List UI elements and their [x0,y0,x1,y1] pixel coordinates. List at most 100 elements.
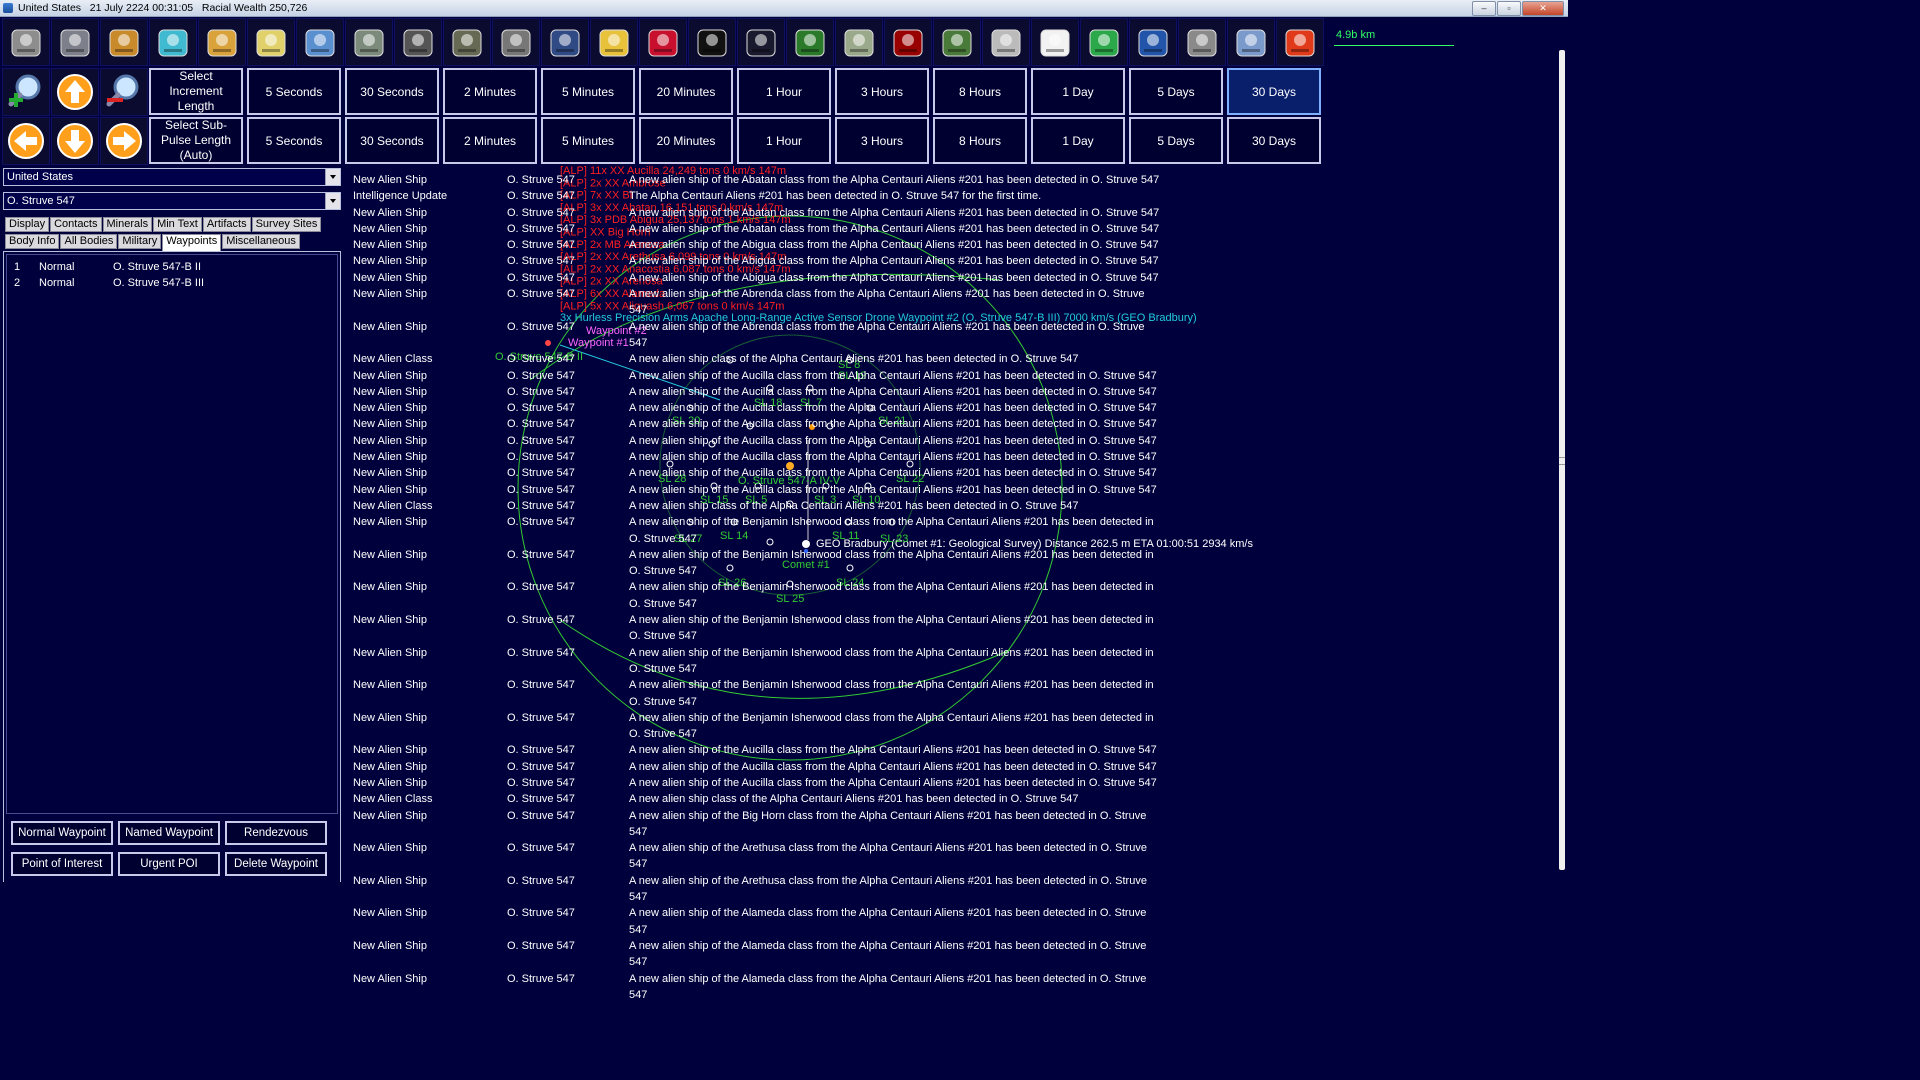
event-row[interactable]: New Alien Ship O. Struve 547 A new alien… [353,938,1553,971]
scroll-right-button[interactable] [100,117,148,165]
wealth-button[interactable] [198,18,246,66]
event-row[interactable]: New Alien Ship O. Struve 547 A new alien… [353,237,1553,253]
medals-button[interactable] [590,18,638,66]
race-info-button[interactable] [639,18,687,66]
subpulse-30-days-button[interactable]: 30 Days [1227,117,1321,164]
event-row[interactable]: New Alien Ship O. Struve 547 A new alien… [353,645,1553,678]
scroll-down-button[interactable] [51,117,99,165]
urgent-poi-button[interactable]: Urgent POI [118,852,220,876]
event-row[interactable]: New Alien Ship O. Struve 547 A new alien… [353,172,1553,188]
increment-1-day-button[interactable]: 1 Day [1031,68,1125,115]
event-row[interactable]: New Alien Ship O. Struve 547 A new alien… [353,905,1553,938]
increment-1-hour-button[interactable]: 1 Hour [737,68,831,115]
event-row[interactable]: New Alien Ship O. Struve 547 A new alien… [353,579,1553,612]
intelligence-button[interactable] [884,18,932,66]
commanders-button[interactable] [541,18,589,66]
event-row[interactable]: Intelligence Update O. Struve 547 The Al… [353,188,1553,204]
tab-military[interactable]: Military [118,234,162,249]
event-row[interactable]: New Alien Ship O. Struve 547 A new alien… [353,400,1553,416]
subpulse-20-minutes-button[interactable]: 20 Minutes [639,117,733,164]
event-row[interactable]: New Alien Ship O. Struve 547 A new alien… [353,270,1553,286]
tab-body-info[interactable]: Body Info [5,234,60,249]
vertical-scrollbar[interactable] [1557,20,1568,882]
event-row[interactable]: New Alien Ship O. Struve 547 A new alien… [353,775,1553,791]
list-item[interactable]: 1 Normal O. Struve 547-B II [7,259,337,275]
event-row[interactable]: New Alien Ship O. Struve 547 A new alien… [353,612,1553,645]
subpulse-1-day-button[interactable]: 1 Day [1031,117,1125,164]
event-row[interactable]: New Alien Ship O. Struve 547 A new alien… [353,514,1553,547]
calendar-button[interactable] [1031,18,1079,66]
increment-5-seconds-button[interactable]: 5 Seconds [247,68,341,115]
event-row[interactable]: New Alien Ship O. Struve 547 A new alien… [353,759,1553,775]
event-row[interactable]: New Alien Ship O. Struve 547 A new alien… [353,449,1553,465]
increment-8-hours-button[interactable]: 8 Hours [933,68,1027,115]
research-button[interactable] [149,18,197,66]
event-row[interactable]: New Alien Class O. Struve 547 A new alie… [353,791,1553,807]
event-row[interactable]: New Alien Ship O. Struve 547 A new alien… [353,547,1553,580]
missile-design-button[interactable] [394,18,442,66]
event-row[interactable]: New Alien Ship O. Struve 547 A new alien… [353,221,1553,237]
increment-30-days-button[interactable]: 30 Days [1227,68,1321,115]
event-row[interactable]: New Alien Ship O. Struve 547 A new alien… [353,368,1553,384]
event-row[interactable]: New Alien Ship O. Struve 547 A new alien… [353,808,1553,841]
ship-design-button[interactable] [247,18,295,66]
tab-survey-sites[interactable]: Survey Sites [251,217,322,232]
tab-artifacts[interactable]: Artifacts [202,217,251,232]
event-row[interactable]: New Alien Ship O. Struve 547 A new alien… [353,840,1553,873]
event-row[interactable]: New Alien Ship O. Struve 547 A new alien… [353,971,1553,1004]
alien-races-button[interactable] [835,18,883,66]
zoom-in-button[interactable] [2,68,50,116]
fleet-orders-button[interactable] [296,18,344,66]
event-row[interactable]: New Alien Ship O. Struve 547 A new alien… [353,465,1553,481]
subpulse-2-minutes-button[interactable]: 2 Minutes [443,117,537,164]
event-row[interactable]: New Alien Ship O. Struve 547 A new alien… [353,253,1553,269]
named-waypoint-button[interactable]: Named Waypoint [118,821,220,845]
ground-force-button[interactable] [492,18,540,66]
close-button[interactable]: ✕ [1522,1,1564,16]
scroll-left-button[interactable] [2,117,50,165]
increment-5-days-button[interactable]: 5 Days [1129,68,1223,115]
government-button[interactable] [982,18,1030,66]
tab-contacts[interactable]: Contacts [50,217,102,232]
event-row[interactable]: New Alien Ship O. Struve 547 A new alien… [353,433,1553,449]
planet-button[interactable] [786,18,834,66]
economy-button[interactable] [933,18,981,66]
race-select[interactable]: United States [3,168,341,186]
sm-mode-button[interactable] [1227,18,1275,66]
maximize-button[interactable]: ▫ [1497,1,1521,16]
minimize-button[interactable]: – [1472,1,1496,16]
zoom-out-button[interactable] [100,68,148,116]
event-row[interactable]: New Alien Ship O. Struve 547 A new alien… [353,384,1553,400]
save-button[interactable] [1129,18,1177,66]
event-row[interactable]: New Alien Ship O. Struve 547 A new alien… [353,416,1553,432]
tab-all-bodies[interactable]: All Bodies [60,234,118,249]
end-turn-button[interactable] [1276,18,1324,66]
scroll-up-button[interactable] [51,68,99,116]
subpulse-5-minutes-button[interactable]: 5 Minutes [541,117,635,164]
tab-min-text[interactable]: Min Text [153,217,202,232]
subpulse-3-hours-button[interactable]: 3 Hours [835,117,929,164]
delete-waypoint-button[interactable]: Delete Waypoint [225,852,327,876]
increment-30-seconds-button[interactable]: 30 Seconds [345,68,439,115]
tab-miscellaneous[interactable]: Miscellaneous [222,234,300,249]
event-row[interactable]: New Alien Ship O. Struve 547 A new alien… [353,286,1553,319]
event-row[interactable]: New Alien Ship O. Struve 547 A new alien… [353,205,1553,221]
event-row[interactable]: New Alien Ship O. Struve 547 A new alien… [353,319,1553,352]
galactic-map-button[interactable] [737,18,785,66]
rendezvous-button[interactable]: Rendezvous [225,821,327,845]
chevron-down-icon[interactable] [325,169,340,185]
system-map-button[interactable] [688,18,736,66]
mining-button[interactable] [100,18,148,66]
waypoint-list[interactable]: 1 Normal O. Struve 547-B II 2 Normal O. S… [6,254,338,814]
chevron-down-icon[interactable] [325,193,340,209]
increment-5-minutes-button[interactable]: 5 Minutes [541,68,635,115]
increment-20-minutes-button[interactable]: 20 Minutes [639,68,733,115]
industry-button[interactable] [51,18,99,66]
settings-button[interactable] [1178,18,1226,66]
point-of-interest-button[interactable]: Point of Interest [11,852,113,876]
event-row[interactable]: New Alien Ship O. Struve 547 A new alien… [353,873,1553,906]
subpulse-8-hours-button[interactable]: 8 Hours [933,117,1027,164]
normal-waypoint-button[interactable]: Normal Waypoint [11,821,113,845]
subpulse-1-hour-button[interactable]: 1 Hour [737,117,831,164]
colony-button[interactable] [2,18,50,66]
